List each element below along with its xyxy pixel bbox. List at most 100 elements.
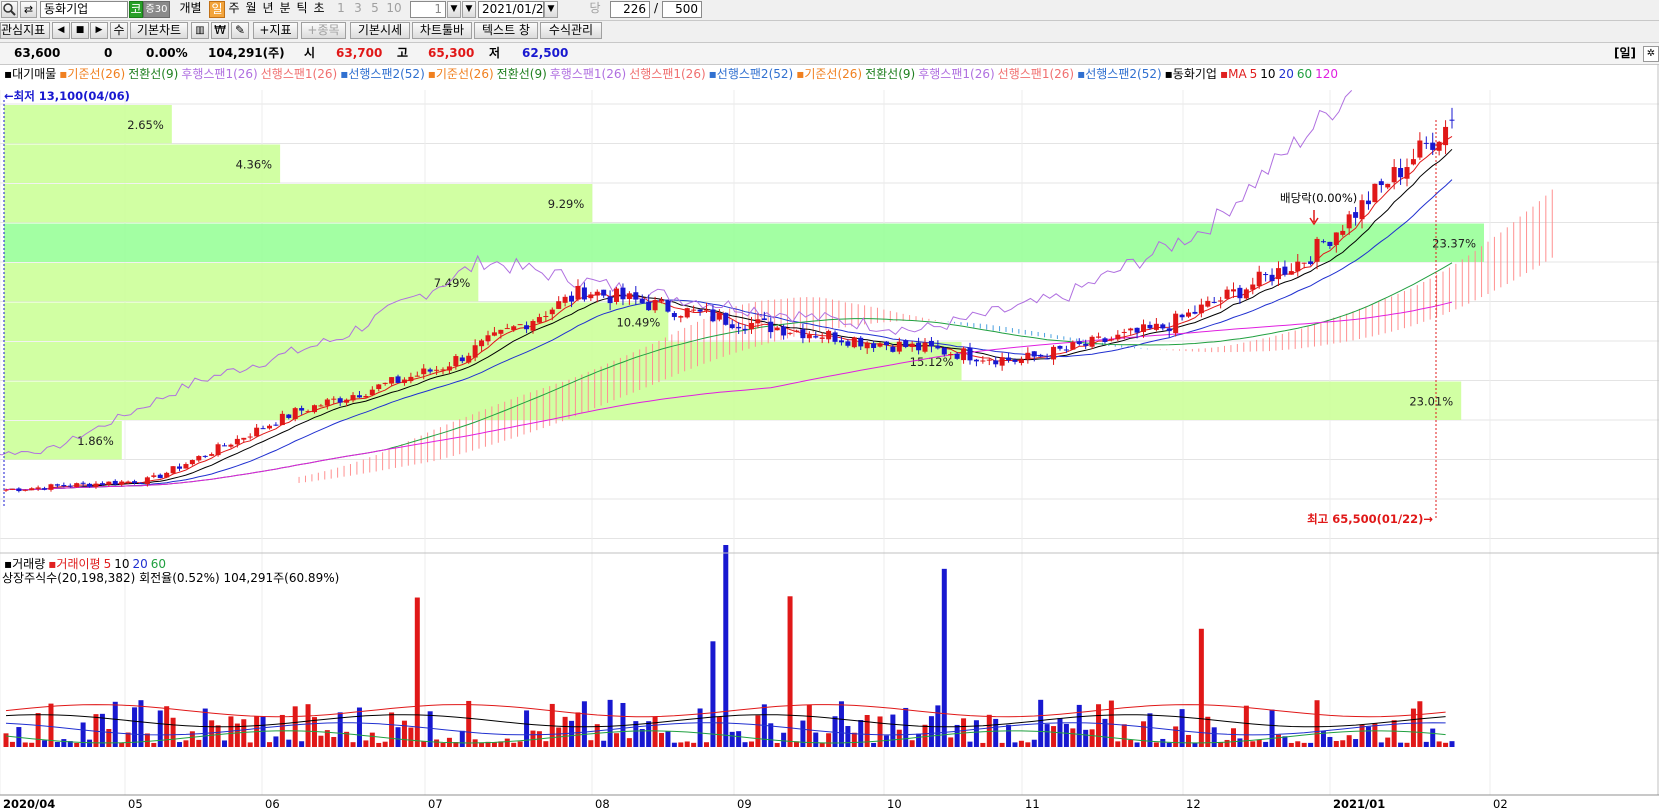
- volume-bar: [1275, 734, 1281, 747]
- volume-bar: [871, 742, 877, 747]
- volume-bar: [376, 742, 382, 747]
- candle-body: [517, 324, 523, 326]
- candle-body: [1230, 289, 1236, 292]
- candle-body: [511, 326, 517, 330]
- volume-bar: [1372, 723, 1378, 747]
- candle-body: [1333, 232, 1339, 245]
- volume-bar: [1211, 727, 1217, 747]
- overhang-label: 10.49%: [616, 315, 660, 329]
- volume-bar: [1346, 735, 1352, 747]
- candle-body: [1224, 289, 1230, 299]
- price-chart[interactable]: 2.65% 4.36% 9.29% 23.37% 7.49% 10.49% 15.12% 23…: [0, 0, 1659, 812]
- candle-body: [344, 399, 350, 403]
- candle-body: [1070, 342, 1076, 350]
- candle-body: [614, 288, 620, 302]
- candle-body: [1153, 323, 1159, 330]
- volume-bar: [1044, 724, 1050, 747]
- candle-body: [845, 341, 851, 346]
- candle-body: [883, 341, 889, 346]
- volume-bar: [1070, 728, 1076, 747]
- candle-body: [1256, 271, 1262, 287]
- volume-bar: [909, 740, 915, 747]
- candle-body: [858, 337, 864, 347]
- candle-body: [305, 411, 311, 413]
- volume-bar: [1404, 742, 1410, 747]
- volume-bar: [601, 740, 607, 747]
- candle-body: [1295, 261, 1301, 272]
- x-axis-label: 08: [595, 797, 610, 811]
- x-axis-label: 12: [1186, 797, 1201, 811]
- volume-bar: [710, 641, 716, 747]
- candle-body: [1205, 300, 1211, 307]
- volume-bar: [241, 719, 247, 747]
- volume-legend-item[interactable]: ▪거래이평: [48, 557, 100, 571]
- volume-bar: [3, 733, 9, 747]
- volume-bar: [1308, 742, 1314, 747]
- volume-bar: [826, 733, 832, 747]
- volume-bar: [845, 726, 851, 747]
- candle-body: [479, 340, 485, 347]
- candle-body: [1288, 271, 1294, 275]
- volume-bar: [787, 596, 793, 747]
- candle-body: [491, 332, 497, 336]
- candle-body: [93, 483, 99, 488]
- candle-body: [562, 296, 568, 303]
- volume-bar: [543, 741, 549, 747]
- volume-bar: [74, 742, 80, 747]
- volume-legend-item[interactable]: 60: [151, 557, 166, 571]
- volume-bar: [196, 739, 202, 747]
- volume-bar: [569, 720, 575, 747]
- overhang-bar: [4, 342, 962, 381]
- volume-bar: [1192, 742, 1198, 747]
- volume-bar: [941, 568, 947, 747]
- volume-legend-item[interactable]: 10: [114, 557, 129, 571]
- candle-body: [1018, 359, 1024, 364]
- candle-body: [35, 487, 41, 489]
- candle-body: [196, 456, 202, 461]
- volume-bar: [87, 739, 93, 747]
- volume-bar: [389, 712, 395, 747]
- candle-body: [54, 484, 60, 486]
- volume-bar: [877, 716, 883, 747]
- candle-body: [922, 342, 928, 352]
- low-marker: ←최저 13,100(04/06): [4, 89, 130, 103]
- x-axis-label: 06: [265, 797, 280, 811]
- candle-body: [1340, 230, 1346, 235]
- candle-body: [768, 321, 774, 333]
- candle-body: [132, 481, 138, 484]
- candle-body: [1063, 349, 1069, 351]
- candle-body: [665, 300, 671, 312]
- volume-legend-item[interactable]: 20: [132, 557, 147, 571]
- volume-bar: [157, 710, 163, 747]
- candle-body: [1057, 345, 1063, 349]
- candle-body: [241, 437, 247, 440]
- volume-bar: [1398, 742, 1404, 747]
- candle-body: [980, 360, 986, 362]
- volume-bar: [132, 707, 138, 747]
- volume-bar: [755, 715, 761, 747]
- x-axis-label: 02: [1493, 797, 1508, 811]
- volume-bar: [1147, 713, 1153, 747]
- volume-legend-item[interactable]: 5: [104, 557, 112, 571]
- candle-body: [395, 376, 401, 383]
- x-axis-label: 09: [737, 797, 752, 811]
- volume-bar: [511, 742, 517, 747]
- volume-bar: [517, 741, 523, 747]
- volume-bar: [215, 725, 221, 747]
- candle-body: [99, 483, 105, 485]
- candle-body: [1378, 181, 1384, 186]
- candle-body: [1121, 331, 1127, 333]
- candle-body: [119, 481, 125, 485]
- volume-bar: [954, 724, 960, 747]
- candle-body: [948, 354, 954, 356]
- volume-bar: [106, 728, 112, 747]
- overhang-label: 2.65%: [127, 118, 164, 132]
- candle-body: [1250, 284, 1256, 290]
- volume-legend-item[interactable]: ▪거래량: [4, 557, 45, 571]
- volume-bar: [993, 718, 999, 747]
- volume-bar: [22, 742, 28, 747]
- volume-bar: [1012, 742, 1018, 747]
- volume-bar: [922, 724, 928, 747]
- volume-bar: [1160, 738, 1166, 747]
- overhang-label: 23.37%: [1432, 236, 1476, 250]
